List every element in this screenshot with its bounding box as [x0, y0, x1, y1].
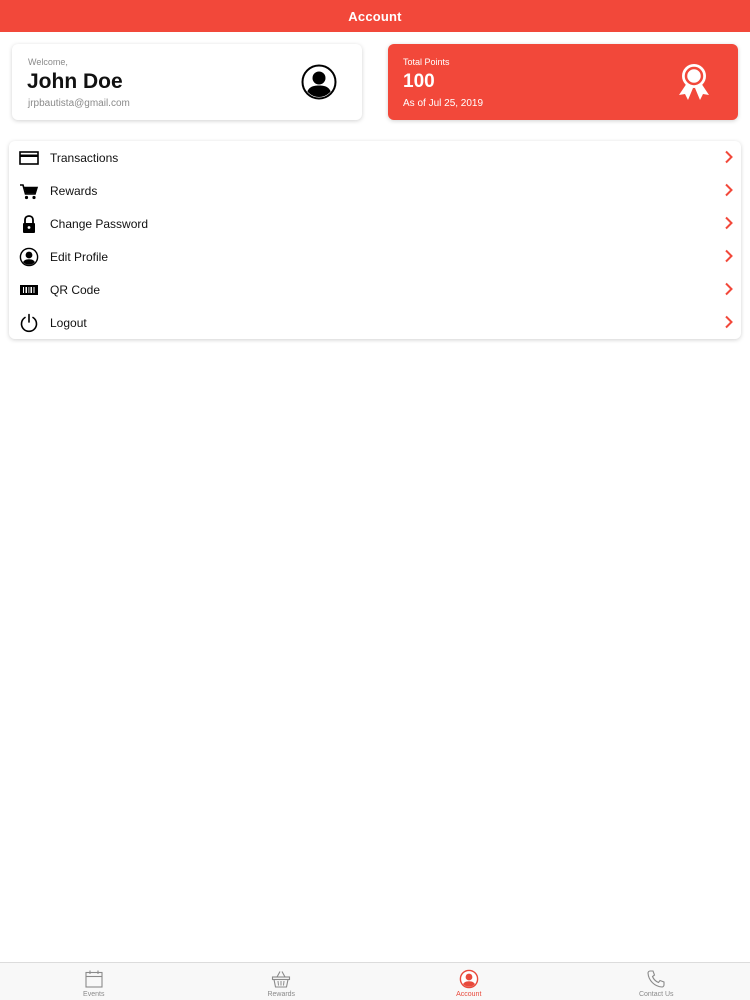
chevron-right-icon	[725, 249, 733, 263]
tab-account[interactable]: Account	[375, 963, 563, 1000]
points-value: 100	[403, 71, 435, 92]
avatar-icon[interactable]	[301, 64, 337, 100]
menu-item-label: Change Password	[50, 217, 149, 231]
menu-item-rewards[interactable]: Rewards	[9, 174, 741, 207]
menu-item-label: QR Code	[50, 283, 101, 297]
chevron-right-icon	[725, 216, 733, 230]
chevron-right-icon	[725, 183, 733, 197]
account-menu: Transactions Rewards Change Password Edi…	[9, 141, 741, 339]
menu-item-transactions[interactable]: Transactions	[9, 141, 741, 174]
chevron-right-icon	[725, 315, 733, 329]
tab-events[interactable]: Events	[0, 963, 188, 1000]
phone-icon	[647, 970, 665, 988]
tab-label: Account	[456, 991, 482, 998]
user-circle-icon	[459, 969, 479, 989]
barcode-icon	[20, 285, 38, 295]
tab-rewards[interactable]: Rewards	[188, 963, 376, 1000]
menu-item-label: Rewards	[50, 184, 98, 198]
credit-card-icon	[19, 151, 39, 165]
chevron-right-icon	[725, 282, 733, 296]
user-email: jrpbautista@gmail.com	[28, 98, 130, 109]
menu-item-label: Transactions	[50, 151, 119, 165]
menu-item-label: Edit Profile	[50, 250, 109, 264]
tab-bar: Events Rewards Account Contact Us	[0, 962, 750, 1000]
menu-item-logout[interactable]: Logout	[9, 306, 741, 339]
award-ribbon-icon	[679, 64, 709, 100]
nav-bar: Account	[0, 0, 750, 32]
basket-icon	[272, 971, 291, 988]
tab-label: Contact Us	[638, 991, 674, 998]
points-card: Total Points 100 As of Jul 25, 2019	[388, 44, 738, 120]
tab-label: Events	[83, 991, 105, 998]
chevron-right-icon	[725, 150, 733, 164]
menu-item-edit-profile[interactable]: Edit Profile	[9, 240, 741, 273]
menu-item-change-password[interactable]: Change Password	[9, 207, 741, 240]
user-circle-icon	[19, 247, 39, 267]
profile-card: Welcome, John Doe jrpbautista@gmail.com	[12, 44, 362, 120]
tab-contact-us[interactable]: Contact Us	[563, 963, 750, 1000]
power-icon	[20, 313, 38, 333]
cart-icon	[20, 184, 39, 200]
tab-label: Rewards	[267, 991, 296, 998]
points-label: Total Points	[403, 57, 450, 67]
page-title: Account	[348, 8, 402, 24]
calendar-icon	[85, 970, 103, 988]
menu-item-qr-code[interactable]: QR Code	[9, 273, 741, 306]
lock-icon	[23, 215, 35, 233]
user-name: John Doe	[27, 70, 123, 93]
points-date: As of Jul 25, 2019	[403, 98, 484, 109]
welcome-label: Welcome,	[28, 57, 68, 67]
menu-item-label: Logout	[50, 316, 87, 330]
